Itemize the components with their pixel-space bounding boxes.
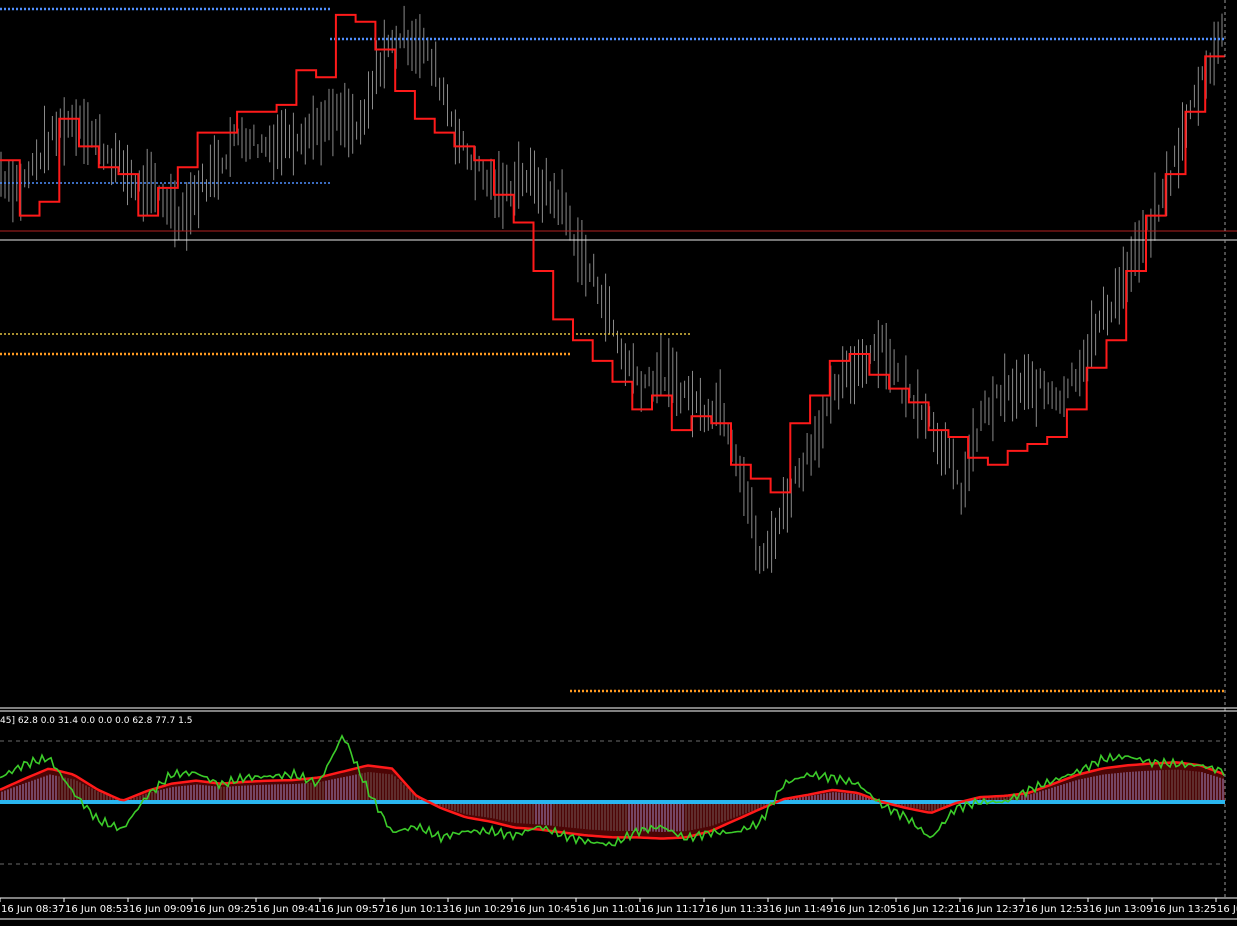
indicator-values-label: 45] 62.8 0.0 31.4 0.0 0.0 0.0 62.8 77.7 … xyxy=(0,716,192,726)
time-tick-label: 16 Jun 11:33 xyxy=(705,904,769,915)
time-tick-label: 16 Jun 13:09 xyxy=(1089,904,1153,915)
time-tick-label: 16 Ju xyxy=(1217,904,1237,915)
time-tick-label: 16 Jun 11:17 xyxy=(641,904,705,915)
time-tick-label: 16 Jun 12:53 xyxy=(1025,904,1089,915)
time-tick-label: 16 Jun 09:57 xyxy=(321,904,385,915)
time-tick-label: 16 Jun 09:09 xyxy=(129,904,193,915)
time-tick-label: 16 Jun 10:29 xyxy=(449,904,513,915)
time-tick-label: 16 Jun 12:21 xyxy=(897,904,961,915)
time-tick-label: 16 Jun 09:41 xyxy=(257,904,321,915)
time-tick-label: 16 Jun 10:13 xyxy=(385,904,449,915)
time-tick-label: 16 Jun 08:53 xyxy=(65,904,129,915)
time-tick-label: 16 Jun 11:49 xyxy=(769,904,833,915)
time-tick-label: 16 Jun 10:45 xyxy=(513,904,577,915)
time-tick-label: 16 Jun 11:01 xyxy=(577,904,641,915)
time-tick-label: 16 Jun 08:37 xyxy=(1,904,65,915)
time-tick-label: 16 Jun 12:37 xyxy=(961,904,1025,915)
time-tick-label: 16 Jun 09:25 xyxy=(193,904,257,915)
time-tick-label: 16 Jun 12:05 xyxy=(833,904,897,915)
time-tick-label: 16 Jun 13:25 xyxy=(1153,904,1217,915)
chart-canvas: 45] 62.8 0.0 31.4 0.0 0.0 0.0 62.8 77.7 … xyxy=(0,0,1237,926)
